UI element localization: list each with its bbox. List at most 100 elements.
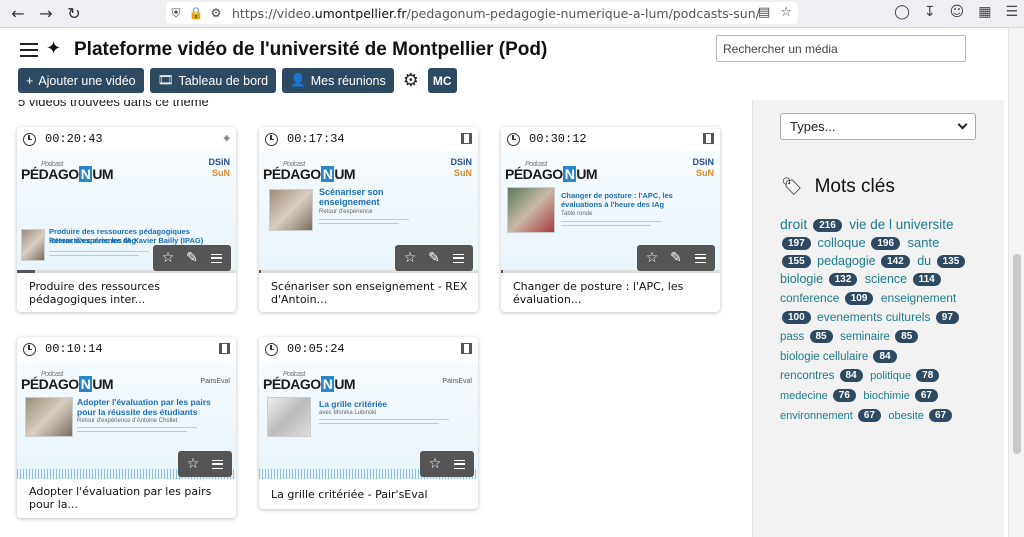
pairseval-logo: PairsEval xyxy=(442,378,472,385)
thumbnail-subtitle: Retour d'expérience de Xavier Bailly (IP… xyxy=(49,236,204,245)
tag-link[interactable]: 197 colloque 196 xyxy=(780,235,903,250)
tag-link[interactable]: pass 85 xyxy=(780,329,836,343)
more-menu-icon[interactable] xyxy=(206,453,228,475)
video-thumbnail[interactable]: Podcast PÉDAGO N UM PairsEval La grille cri… xyxy=(259,361,478,479)
video-thumbnail[interactable]: Podcast PÉDAGO N UM PairsEval Adopter l'éva… xyxy=(17,361,236,479)
pocket-icon[interactable]: ◯ xyxy=(894,4,910,20)
thumbnail-title: Changer de posture : l'APC, les évaluati… xyxy=(561,191,673,209)
settings-gear-icon[interactable]: ⚙ xyxy=(400,70,422,91)
tags-heading: 🏷 Mots clés xyxy=(781,176,895,197)
tag-icon: 🏷 xyxy=(781,177,803,196)
pedagonum-logo: Podcast PÉDAGO N UM xyxy=(263,161,356,182)
dsin-logo: DSiN SuN xyxy=(208,157,230,178)
reload-icon[interactable]: ↻ xyxy=(60,0,88,28)
tag-link[interactable]: enseignement xyxy=(881,291,956,305)
types-select[interactable]: Types... xyxy=(780,113,976,140)
tag-link[interactable]: sante xyxy=(908,235,940,250)
clock-icon xyxy=(265,132,278,146)
thumbnail-photo xyxy=(267,397,311,437)
result-count: 5 vidéos trouvées dans ce thème xyxy=(18,100,209,109)
tag-link[interactable]: rencontres 84 xyxy=(780,369,866,383)
video-thumbnail[interactable]: Podcast PÉDAGO N UM DSiN SuN Produire des re… xyxy=(17,151,236,273)
tag-link[interactable]: obesite 67 xyxy=(888,408,955,422)
tag-link[interactable]: du 135 xyxy=(917,254,968,268)
tag-link[interactable]: science 114 xyxy=(865,272,944,287)
tag-link[interactable]: biologie cellulaire 84 xyxy=(780,349,900,363)
app-menu-icon[interactable]: ☰ xyxy=(1005,4,1018,20)
video-card[interactable]: 00:05:24 Podcast PÉDAGO N UM PairsEval La g… xyxy=(259,337,478,509)
video-card[interactable]: 00:20:43 ◈ Podcast PÉDAGO N UM DSiN SuN Prod… xyxy=(17,127,236,312)
card-actions: ☆ ✎ xyxy=(153,245,231,271)
video-title[interactable]: La grille critériée - Pair'sEval xyxy=(271,488,470,501)
video-title[interactable]: Changer de posture : l'APC, les évaluati… xyxy=(513,280,712,306)
add-video-button[interactable]: + Ajouter une vidéo xyxy=(18,68,144,93)
hamburger-menu-icon[interactable] xyxy=(20,43,38,57)
page-scrollbar[interactable] xyxy=(1008,28,1024,537)
video-title[interactable]: Produire des ressources pédagogiques int… xyxy=(29,280,228,306)
tag-link[interactable]: politique 78 xyxy=(870,369,942,383)
tag-link[interactable]: biochimie 67 xyxy=(863,389,941,403)
back-arrow-icon[interactable]: ← xyxy=(4,0,32,28)
favorite-star-icon[interactable]: ☆ xyxy=(182,453,204,475)
dashboard-button[interactable]: 🎞 Tableau de bord xyxy=(149,68,277,93)
plus-icon: + xyxy=(26,73,34,88)
meetings-button[interactable]: 👤 Mes réunions xyxy=(282,68,394,93)
user-avatar-button[interactable]: MC xyxy=(427,68,457,93)
video-thumbnail[interactable]: Podcast PÉDAGO N UM DSiN SuN Changer de post… xyxy=(501,151,720,273)
video-duration: 00:10:14 xyxy=(45,342,103,356)
edit-icon[interactable]: ✎ xyxy=(423,247,445,269)
video-type-icon xyxy=(461,343,472,354)
clock-icon xyxy=(507,132,520,146)
video-title[interactable]: Adopter l'évaluation par les pairs pour … xyxy=(29,485,228,511)
search-input[interactable] xyxy=(716,35,966,62)
tag-link[interactable]: seminaire 85 xyxy=(840,329,921,343)
account-icon[interactable]: ☺ xyxy=(950,4,965,20)
user-toolbar: + Ajouter une vidéo 🎞 Tableau de bord 👤 Mes… xyxy=(18,68,457,93)
download-icon[interactable]: ↧ xyxy=(924,4,936,20)
card-actions: ☆ ✎ xyxy=(637,245,715,271)
shield-icon[interactable]: ⛨ xyxy=(166,6,186,21)
tag-link[interactable]: 155 pedagogie 142 xyxy=(780,254,913,268)
favorite-star-icon[interactable]: ☆ xyxy=(399,247,421,269)
tag-link[interactable]: vie de l universite xyxy=(849,217,953,232)
video-duration: 00:05:24 xyxy=(287,342,345,356)
thumbnail-subtitle: Retour d'expérience xyxy=(319,209,373,215)
edit-icon[interactable]: ✎ xyxy=(181,247,203,269)
tag-link[interactable]: 100 evenements culturels 97 xyxy=(780,310,962,324)
bookmark-star-icon[interactable]: ☆ xyxy=(780,5,792,20)
address-bar[interactable]: ⛨ 🔒 ⚙ https://video.umontpellier.fr/peda… xyxy=(166,2,798,24)
lock-icon[interactable]: 🔒 xyxy=(186,6,206,20)
pod-logo-icon[interactable]: ✦ xyxy=(46,38,61,59)
tag-link[interactable]: droit 216 xyxy=(780,216,845,232)
chevron-down-icon xyxy=(957,119,968,130)
more-menu-icon[interactable] xyxy=(205,247,227,269)
forward-arrow-icon[interactable]: → xyxy=(32,0,60,28)
more-menu-icon[interactable] xyxy=(448,453,470,475)
more-menu-icon[interactable] xyxy=(689,247,711,269)
favorite-star-icon[interactable]: ☆ xyxy=(157,247,179,269)
video-card[interactable]: 00:17:34 Podcast PÉDAGO N UM DSiN SuN Scénar… xyxy=(259,127,478,312)
video-duration: 00:30:12 xyxy=(529,132,587,146)
favorite-star-icon[interactable]: ☆ xyxy=(424,453,446,475)
tag-link[interactable]: medecine 76 xyxy=(780,389,859,403)
audio-type-icon: ◈ xyxy=(223,133,230,145)
pairseval-logo: PairsEval xyxy=(200,378,230,385)
scrollbar-thumb[interactable] xyxy=(1013,254,1021,454)
video-card[interactable]: 00:30:12 Podcast PÉDAGO N UM DSiN SuN Change… xyxy=(501,127,720,312)
edit-icon[interactable]: ✎ xyxy=(665,247,687,269)
more-menu-icon[interactable] xyxy=(447,247,469,269)
tag-link[interactable]: conference 109 xyxy=(780,291,876,306)
video-title[interactable]: Scénariser son enseignement - REX d'Anto… xyxy=(271,280,470,306)
video-thumbnail[interactable]: Podcast PÉDAGO N UM DSiN SuN Scénariser son … xyxy=(259,151,478,273)
favorite-star-icon[interactable]: ☆ xyxy=(641,247,663,269)
reader-view-icon[interactable]: ▤ xyxy=(758,5,770,20)
tag-link[interactable]: environnement 67 xyxy=(780,408,884,422)
video-card[interactable]: 00:10:14 Podcast PÉDAGO N UM PairsEval Adop… xyxy=(17,337,236,518)
permissions-icon[interactable]: ⚙ xyxy=(206,6,226,20)
thumbnail-photo xyxy=(25,397,73,437)
url-text[interactable]: https://video.umontpellier.fr/pedagonum-… xyxy=(232,6,760,21)
site-title[interactable]: Plateforme vidéo de l'université de Mont… xyxy=(74,39,547,61)
tag-link[interactable]: biologie 132 xyxy=(780,272,860,287)
card-actions: ☆ ✎ xyxy=(395,245,473,271)
extensions-icon[interactable]: ▦ xyxy=(978,4,991,20)
